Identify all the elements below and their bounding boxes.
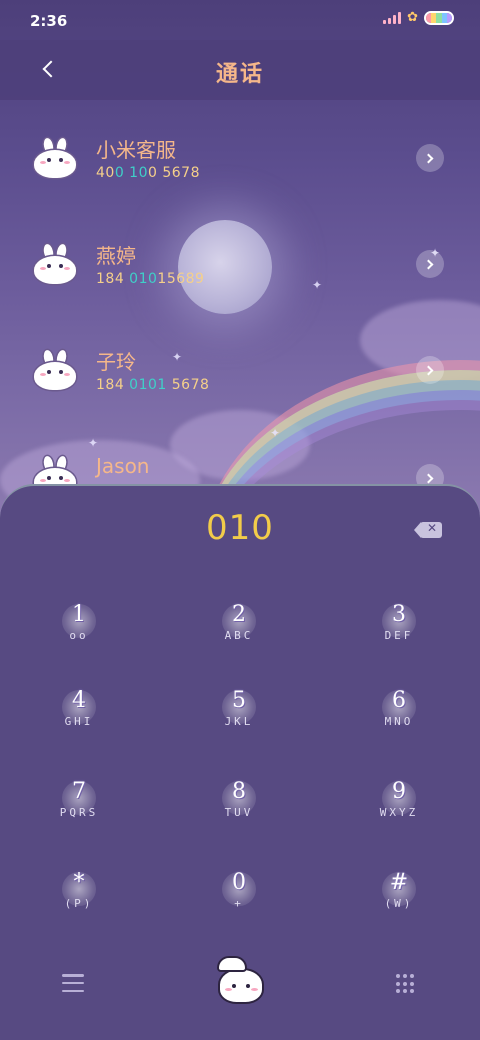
bunny-avatar [34,137,76,178]
contact-detail-button[interactable] [416,250,444,278]
dial-key[interactable]: 8 TUV [179,779,299,849]
dial-key[interactable]: 4 GHI [19,688,139,758]
contact-row[interactable]: 小米客服 400 100 5678 [0,114,480,204]
dial-key[interactable]: * (P) [19,870,139,940]
key-digit: # [389,870,409,895]
dial-key[interactable]: 1 oo [19,602,139,672]
status-bar: 2:36 ✿ [0,0,480,40]
contact-name: Jason [96,454,150,478]
key-letters: MNO [384,715,414,728]
dial-key[interactable]: # (W) [339,870,459,940]
contact-name: 小米客服 [96,138,176,162]
key-letters: TUV [224,806,254,819]
phone-handset-icon [217,956,247,972]
key-letters: ABC [224,629,254,642]
key-letters: (W) [384,897,414,910]
chevron-right-icon [423,473,434,483]
backspace-button[interactable]: ✕ [414,521,442,538]
dial-key[interactable]: 2 ABC [179,602,299,672]
menu-button[interactable] [62,974,84,992]
key-letters: DEF [384,629,414,642]
signal-icon [383,11,402,24]
dial-key[interactable]: 3 DEF [339,602,459,672]
status-time: 2:36 [30,12,68,30]
bunny-call-icon [218,968,264,1004]
contact-detail-button[interactable] [416,356,444,384]
bunny-avatar [34,243,76,284]
dial-input[interactable]: 010 [0,508,480,548]
contact-name: 燕婷 [96,244,136,268]
key-digit: 5 [232,688,246,713]
key-digit: 8 [232,779,246,804]
dialpad-toggle-button[interactable] [396,974,416,994]
contact-number: 184 01015689 [96,271,205,287]
key-digit: * [73,870,85,895]
key-digit: 7 [72,779,86,804]
chevron-right-icon [423,259,434,269]
key-digit: 3 [392,602,406,627]
dial-key[interactable]: 6 MNO [339,688,459,758]
key-letters: PQRS [59,806,99,819]
contact-row[interactable]: 子玲 184 0101 5678 [0,326,480,416]
key-digit: 2 [232,602,246,627]
status-icons: ✿ [383,10,454,25]
contact-row[interactable]: 燕婷 184 01015689 [0,220,480,310]
key-letters: oo [69,629,89,642]
header: 通话 [0,40,480,100]
dial-key[interactable]: 9 WXYZ [339,779,459,849]
key-letters: (P) [64,897,94,910]
chevron-right-icon [423,153,434,163]
battery-icon [424,10,454,25]
key-digit: 0 [232,870,246,895]
dial-key[interactable]: 5 JKL [179,688,299,758]
contact-name: 子玲 [96,350,136,374]
key-digit: 6 [392,688,406,713]
dial-key[interactable]: 7 PQRS [19,779,139,849]
contact-detail-button[interactable] [416,144,444,172]
key-digit: 1 [72,602,86,627]
key-digit: 4 [72,688,86,713]
bunny-avatar [34,349,76,390]
chevron-right-icon [423,365,434,375]
call-button[interactable] [214,956,268,1006]
contact-number: 184 0101 5678 [96,377,210,393]
contact-number: 400 100 5678 [96,165,200,181]
key-letters: GHI [64,715,94,728]
key-digit: 9 [392,779,406,804]
flower-icon: ✿ [407,10,418,25]
dial-key[interactable]: 0 + [179,870,299,940]
key-letters: + [234,897,244,910]
key-letters: JKL [224,715,254,728]
key-letters: WXYZ [379,806,419,819]
page-title: 通话 [215,62,264,87]
